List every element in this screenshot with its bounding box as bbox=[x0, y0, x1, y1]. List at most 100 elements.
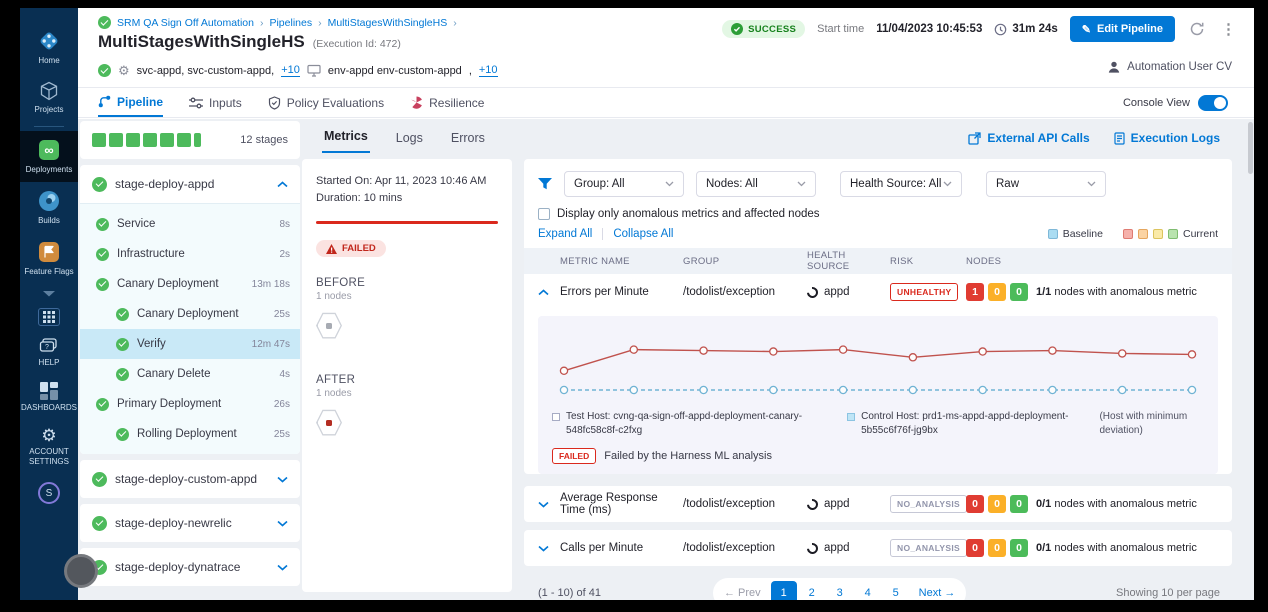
stage-success-icon bbox=[92, 177, 107, 192]
tab-pipeline[interactable]: Pipeline bbox=[98, 88, 163, 117]
metric-row-avg-response-time[interactable]: Average Response Time (ms) /todolist/exc… bbox=[524, 486, 1232, 522]
collapse-all-link[interactable]: Collapse All bbox=[613, 228, 673, 240]
test-host-checkbox[interactable] bbox=[552, 413, 560, 421]
tab-policy-evaluations[interactable]: Policy Evaluations bbox=[268, 88, 384, 117]
user-avatar[interactable]: S bbox=[38, 482, 60, 504]
step-success-icon bbox=[96, 398, 109, 411]
sidebar-item-deployments[interactable]: ∞ Deployments bbox=[20, 131, 78, 182]
sidebar-item-home[interactable]: Home bbox=[20, 22, 78, 73]
help-widget-bubble[interactable] bbox=[64, 554, 98, 588]
metric-row-calls-per-minute[interactable]: Calls per Minute /todolist/exception app… bbox=[524, 530, 1232, 566]
appd-health-source-icon bbox=[805, 284, 820, 299]
breadcrumb-pipelines[interactable]: Pipelines bbox=[269, 17, 312, 29]
stage-list-panel: 12 stages stage-deploy-appd Service8s bbox=[80, 121, 300, 600]
chevron-down-icon bbox=[665, 181, 674, 187]
nodes-filter-select[interactable]: Nodes: All bbox=[696, 171, 816, 197]
page-button-2[interactable]: 2 bbox=[799, 581, 825, 600]
refresh-button[interactable] bbox=[1187, 21, 1207, 37]
page-button-5[interactable]: 5 bbox=[883, 581, 909, 600]
control-host-item[interactable]: Control Host: prd1-ms-appd-appd-deployme… bbox=[847, 410, 1089, 438]
step-verify[interactable]: Verify12m 47s bbox=[80, 329, 300, 359]
tab-logs[interactable]: Logs bbox=[394, 125, 425, 153]
current-legend-swatch bbox=[1123, 229, 1133, 239]
stage-name: stage-deploy-appd bbox=[115, 177, 214, 191]
stage-card-newrelic: stage-deploy-newrelic bbox=[80, 504, 300, 542]
stage-header[interactable]: stage-deploy-appd bbox=[80, 165, 300, 203]
sidebar-item-feature-flags[interactable]: Feature Flags bbox=[20, 233, 78, 284]
step-canary-deployment[interactable]: Canary Deployment25s bbox=[80, 299, 300, 329]
environments-more-link[interactable]: +10 bbox=[479, 64, 498, 77]
raw-mode-select[interactable]: Raw bbox=[986, 171, 1106, 197]
step-infrastructure[interactable]: Infrastructure2s bbox=[80, 239, 300, 269]
tab-resilience[interactable]: Resilience bbox=[410, 88, 484, 117]
before-node-hexagon[interactable] bbox=[316, 312, 342, 340]
step-primary-deployment[interactable]: Primary Deployment26s bbox=[80, 389, 300, 419]
sidebar-item-builds[interactable]: Builds bbox=[20, 182, 78, 233]
chevron-up-icon[interactable] bbox=[277, 181, 288, 188]
after-node-hexagon[interactable] bbox=[316, 409, 342, 437]
services-row: ⚙ svc-appd, svc-custom-appd, +10 env-app… bbox=[98, 64, 498, 77]
user-name[interactable]: Automation User CV bbox=[1127, 61, 1232, 73]
step-canary-delete[interactable]: Canary Delete4s bbox=[80, 359, 300, 389]
step-success-icon bbox=[116, 338, 129, 351]
chevron-down-icon[interactable] bbox=[277, 564, 288, 571]
stage-header[interactable]: stage-deploy-custom-appd bbox=[80, 460, 300, 498]
chevron-down-icon[interactable] bbox=[42, 290, 56, 298]
tab-inputs[interactable]: Inputs bbox=[189, 88, 242, 117]
expand-all-link[interactable]: Expand All bbox=[538, 228, 592, 240]
group-filter-select[interactable]: Group: All bbox=[564, 171, 684, 197]
metric-group: /todolist/exception bbox=[683, 286, 807, 298]
breadcrumb-pipeline-name[interactable]: MultiStagesWithSingleHS bbox=[328, 17, 448, 29]
chevron-down-icon[interactable] bbox=[538, 545, 560, 552]
sidebar-item-account-settings[interactable]: ⚙ ACCOUNT SETTINGS bbox=[20, 420, 78, 474]
anomalous-checkbox[interactable] bbox=[538, 208, 550, 220]
tab-metrics[interactable]: Metrics bbox=[322, 123, 370, 153]
svg-text:∞: ∞ bbox=[44, 143, 53, 158]
execution-id: (Execution Id: 472) bbox=[313, 38, 401, 50]
chevron-down-icon[interactable] bbox=[538, 501, 560, 508]
services-more-link[interactable]: +10 bbox=[281, 64, 300, 77]
chevron-up-icon[interactable] bbox=[538, 289, 560, 296]
metric-row-errors-per-minute[interactable]: Errors per Minute /todolist/exception ap… bbox=[524, 274, 1232, 310]
service-names: svc-appd, svc-custom-appd, bbox=[137, 65, 275, 77]
prev-page-button[interactable]: ← Prev bbox=[716, 581, 769, 600]
filter-icon[interactable] bbox=[538, 178, 552, 191]
vertical-scrollbar-thumb[interactable] bbox=[1248, 122, 1253, 174]
metric-name: Calls per Minute bbox=[560, 542, 683, 554]
more-options-button[interactable]: ⋮ bbox=[1219, 20, 1238, 38]
stage-header[interactable]: stage-deploy-dynatrace bbox=[80, 548, 300, 586]
sidebar-item-label: DASHBOARDS bbox=[21, 403, 77, 413]
appd-health-source-icon bbox=[805, 540, 820, 555]
sidebar-item-dashboards[interactable]: DASHBOARDS bbox=[20, 375, 78, 420]
stage-header[interactable]: stage-deploy-newrelic bbox=[80, 504, 300, 542]
step-service[interactable]: Service8s bbox=[80, 209, 300, 239]
step-canary-deployment-group[interactable]: Canary Deployment13m 18s bbox=[80, 269, 300, 299]
tab-errors[interactable]: Errors bbox=[449, 125, 487, 153]
sidebar-item-label: Builds bbox=[38, 216, 60, 226]
test-host-item[interactable]: Test Host: cvng-qa-sign-off-appd-deploym… bbox=[552, 410, 837, 438]
edit-pipeline-button[interactable]: ✎ Edit Pipeline bbox=[1070, 16, 1175, 42]
metric-comparison-chart[interactable] bbox=[546, 322, 1210, 406]
next-page-button[interactable]: Next → bbox=[911, 581, 964, 600]
chevron-down-icon[interactable] bbox=[277, 520, 288, 527]
sidebar-item-projects[interactable]: Projects bbox=[20, 73, 78, 122]
app-window: Home Projects ∞ Deployments Builds Featu bbox=[20, 8, 1254, 600]
chevron-down-icon[interactable] bbox=[277, 476, 288, 483]
inputs-icon bbox=[189, 97, 203, 109]
console-view-toggle[interactable] bbox=[1198, 95, 1228, 111]
anomalous-node-summary: 1/1 nodes with anomalous metric bbox=[1036, 286, 1197, 298]
ml-analysis-result: FAILED Failed by the Harness ML analysis bbox=[546, 440, 1210, 466]
external-api-calls-link[interactable]: External API Calls bbox=[968, 131, 1089, 145]
col-risk: RISK bbox=[890, 256, 966, 267]
metric-filters: Group: All Nodes: All Health Source: All bbox=[524, 169, 1232, 205]
page-button-3[interactable]: 3 bbox=[827, 581, 853, 600]
breadcrumb-project[interactable]: SRM QA Sign Off Automation bbox=[117, 17, 254, 29]
execution-logs-link[interactable]: Execution Logs bbox=[1114, 131, 1220, 145]
page-button-1[interactable]: 1 bbox=[771, 581, 797, 600]
step-rolling-deployment[interactable]: Rolling Deployment25s bbox=[80, 419, 300, 449]
module-grid-icon[interactable] bbox=[38, 308, 60, 326]
health-source-filter-select[interactable]: Health Source: All bbox=[840, 171, 962, 197]
sidebar-item-help[interactable]: ? HELP bbox=[20, 330, 78, 375]
page-button-4[interactable]: 4 bbox=[855, 581, 881, 600]
control-host-checkbox[interactable] bbox=[847, 413, 855, 421]
